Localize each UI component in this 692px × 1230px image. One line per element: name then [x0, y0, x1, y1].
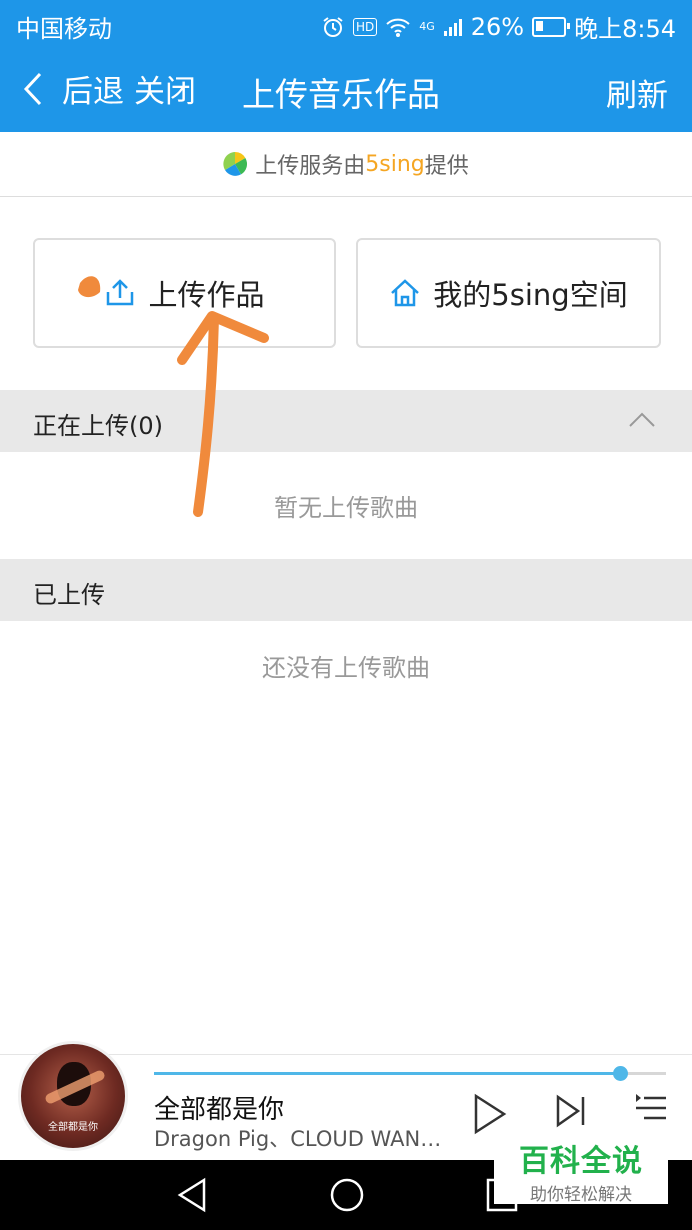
album-cover[interactable]: 全部都是你 [18, 1041, 128, 1151]
page-title: 上传音乐作品 [242, 75, 440, 114]
provider-notice: 上传服务由 5sing 提供 [0, 132, 692, 197]
uploading-empty-text: 暂无上传歌曲 [274, 494, 418, 522]
watermark-title: 百科全说 [519, 1144, 643, 1179]
uploading-section-header[interactable]: 正在上传(0) [0, 390, 692, 452]
song-title[interactable]: 全部都是你 [154, 1089, 284, 1126]
my-5sing-space-label: 我的5sing空间 [433, 278, 628, 312]
nav-home-icon[interactable] [328, 1176, 366, 1214]
battery-icon [532, 16, 571, 37]
upload-work-label: 上传作品 [148, 278, 265, 312]
back-button[interactable]: 后退 [62, 66, 124, 111]
battery-percent: 26% [470, 12, 525, 41]
upload-work-button[interactable]: 上传作品 [33, 238, 336, 348]
progress-bar[interactable] [154, 1066, 666, 1081]
song-artist[interactable]: Dragon Pig、CLOUD WAN… [154, 1123, 450, 1153]
chevron-up-icon[interactable] [628, 410, 656, 428]
status-indicators: HD 4G 26% 晚上8:54 [321, 9, 676, 44]
progress-knob[interactable] [612, 1066, 628, 1081]
alarm-icon [323, 16, 343, 37]
baike-watermark: 百科全说 助你轻松解决 [494, 1132, 668, 1205]
back-close-group: 后退 关闭 [22, 66, 196, 111]
back-chevron-icon[interactable] [22, 70, 44, 108]
uploaded-section-header[interactable]: 已上传 [0, 559, 692, 621]
uploaded-header-label: 已上传 [33, 581, 105, 609]
uploading-header-label: 正在上传(0) [33, 412, 163, 440]
my-5sing-space-button[interactable]: 我的5sing空间 [356, 238, 661, 348]
wifi-icon [386, 18, 410, 37]
close-button[interactable]: 关闭 [134, 66, 196, 111]
carrier-name: 中国移动 [16, 15, 112, 43]
clock: 晚上8:54 [574, 15, 676, 43]
play-icon[interactable] [472, 1093, 508, 1135]
provider-prefix: 上传服务由 [255, 154, 366, 179]
battery-fill [536, 20, 543, 31]
nav-bar: 后退 关闭 上传音乐作品 刷新 [0, 48, 692, 132]
network-type: 4G [419, 20, 435, 33]
uploaded-empty-text: 还没有上传歌曲 [262, 654, 430, 682]
provider-suffix: 提供 [424, 154, 469, 179]
playlist-icon[interactable] [634, 1093, 668, 1123]
signal-icon [443, 18, 462, 36]
nav-back-icon[interactable] [174, 1176, 210, 1214]
refresh-button[interactable]: 刷新 [606, 70, 668, 115]
next-icon[interactable] [554, 1093, 588, 1129]
home-icon [391, 279, 420, 307]
hd-badge: HD [352, 17, 378, 36]
progress-fill [154, 1072, 620, 1075]
watermark-subtitle: 助你轻松解决 [530, 1185, 632, 1205]
cover-text: 全部都是你 [48, 1122, 98, 1133]
upload-icon [107, 279, 134, 306]
5sing-logo-icon [223, 152, 248, 176]
provider-brand: 5sing [365, 151, 425, 177]
status-bar: 中国移动 HD 4G 26% 晚上8:54 [0, 0, 692, 48]
